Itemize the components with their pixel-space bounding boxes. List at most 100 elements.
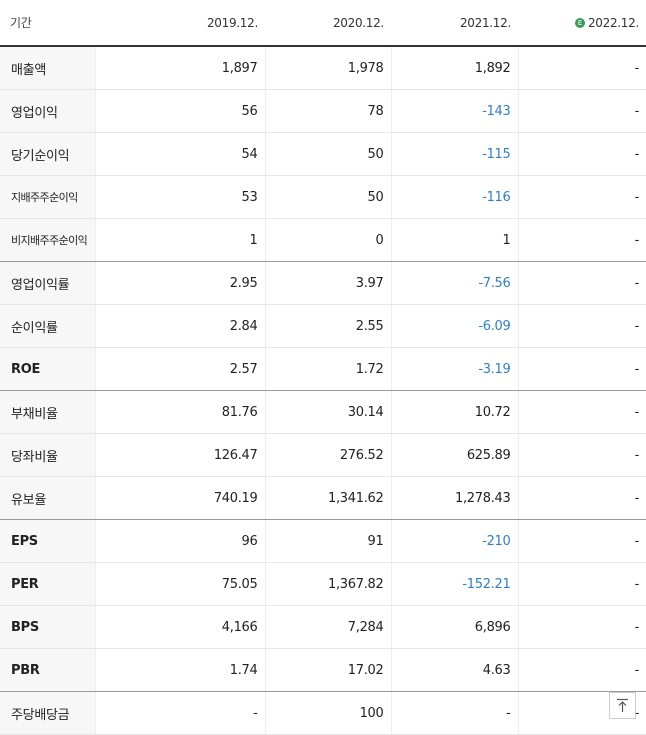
table-row: 당기순이익 54 50 -115- [0,132,646,176]
table-row: EPS 96 91 -210- [0,519,646,563]
value-cell: - [94,691,265,735]
table-row: PER 75.05 1,367.82 -152.21- [0,562,646,606]
value-cell: 96 [94,519,265,563]
value-cell: -143 [390,89,518,133]
row-label: 당기순이익 [0,132,95,176]
value-cell: - [517,89,646,133]
value-cell: 4.63 [390,648,518,692]
table-row: 부채비율 81.76 30.14 10.72- [0,390,646,434]
value-cell: - [517,605,646,649]
value-cell: -210 [390,519,518,563]
table-row: PBR 1.74 17.02 4.63- [0,648,646,692]
period-header-2022-label: 2022.12. [587,15,639,30]
value-cell: - [390,691,518,735]
period-label-header: 기간 [0,0,95,47]
value-cell: - [517,562,646,606]
row-label: 비지배주주순이익 [0,218,95,262]
table-row: 매출액 1,897 1,978 1,892- [0,46,646,90]
table-row: 주당배당금 -100- - [0,691,646,735]
value-cell: 100 [264,691,391,735]
table-row: BPS 4,166 7,284 6,896- [0,605,646,649]
row-label: 지배주주순이익 [0,175,95,219]
value-cell: 1.72 [264,347,391,391]
value-cell: -6.09 [390,304,518,348]
value-cell: - [517,304,646,348]
period-header-2021: 2021.12. [391,0,518,47]
row-label: 영업이익 [0,89,95,133]
value-cell: 1,897 [94,46,265,90]
table-row: 유보율 740.19 1,341.62 1,278.43- [0,476,646,520]
value-cell: - [517,261,646,305]
value-cell: 91 [264,519,391,563]
table-row: 영업이익 56 78 -143- [0,89,646,133]
row-label: PER [0,562,95,606]
financial-table: 기간 2019.12. 2020.12. 2021.12. E 2022.12. … [0,0,646,735]
period-header-2022: E 2022.12. [518,0,646,47]
value-cell: - [517,519,646,563]
financial-summary: 기간 2019.12. 2020.12. 2021.12. E 2022.12. … [0,0,646,735]
table-row: 순이익률 2.84 2.55 -6.09- [0,304,646,348]
row-label: 영업이익률 [0,261,95,305]
value-cell: -152.21 [390,562,518,606]
row-label: 부채비율 [0,390,95,434]
value-cell: 1,367.82 [264,562,391,606]
value-cell: 50 [264,175,391,219]
value-cell: - [517,132,646,176]
value-cell: -116 [390,175,518,219]
row-label: 당좌비율 [0,433,95,477]
table-body: 매출액 1,897 1,978 1,892- 영업이익 56 78 -143- 당기순이익 54 5… [0,46,646,735]
value-cell: 0 [264,218,391,262]
row-label: 주당배당금 [0,691,95,735]
arrow-up-to-line-icon [617,698,628,712]
value-cell: 2.57 [94,347,265,391]
value-cell: 740.19 [94,476,265,520]
value-cell: 10.72 [390,390,518,434]
value-cell: 17.02 [264,648,391,692]
value-cell: - [517,390,646,434]
value-cell: 1,341.62 [264,476,391,520]
row-label: BPS [0,605,95,649]
value-cell: - [517,218,646,262]
table-row: 당좌비율 126.47 276.52 625.89- [0,433,646,477]
row-label: 순이익률 [0,304,95,348]
value-cell: 75.05 [94,562,265,606]
value-cell: 7,284 [264,605,391,649]
table-row: 지배주주순이익 53 50 -116- [0,175,646,219]
value-cell: 50 [264,132,391,176]
value-cell: - [517,648,646,692]
row-label: EPS [0,519,95,563]
table-row: 영업이익률 2.95 3.97 -7.56- [0,261,646,305]
estimate-badge-icon: E [574,18,585,28]
row-label: PBR [0,648,95,692]
value-cell: 1 [390,218,518,262]
value-cell: 1 [94,218,265,262]
value-cell: - [517,46,646,90]
value-cell: - [517,347,646,391]
value-cell: - [517,175,646,219]
value-cell: 126.47 [94,433,265,477]
value-cell: 56 [94,89,265,133]
value-cell: 1.74 [94,648,265,692]
row-label: 매출액 [0,46,95,90]
row-label: ROE [0,347,95,391]
value-cell: 2.55 [264,304,391,348]
value-cell: 2.84 [94,304,265,348]
value-cell: -3.19 [390,347,518,391]
value-cell: 1,978 [264,46,391,90]
value-cell: -7.56 [390,261,518,305]
value-cell: 78 [264,89,391,133]
value-cell: -115 [390,132,518,176]
table-row: 비지배주주순이익 1 0 1- [0,218,646,262]
value-cell: 6,896 [390,605,518,649]
value-cell: 30.14 [264,390,391,434]
value-cell: 1,892 [390,46,518,90]
scroll-to-top-button[interactable] [609,692,636,719]
value-cell: 1,278.43 [390,476,518,520]
value-cell: 54 [94,132,265,176]
value-cell: 625.89 [390,433,518,477]
table-row: ROE 2.57 1.72 -3.19- [0,347,646,391]
value-cell: - [517,476,646,520]
table-header-row: 기간 2019.12. 2020.12. 2021.12. E 2022.12. [0,0,646,47]
value-cell: 3.97 [264,261,391,305]
period-header-2019: 2019.12. [95,0,265,47]
